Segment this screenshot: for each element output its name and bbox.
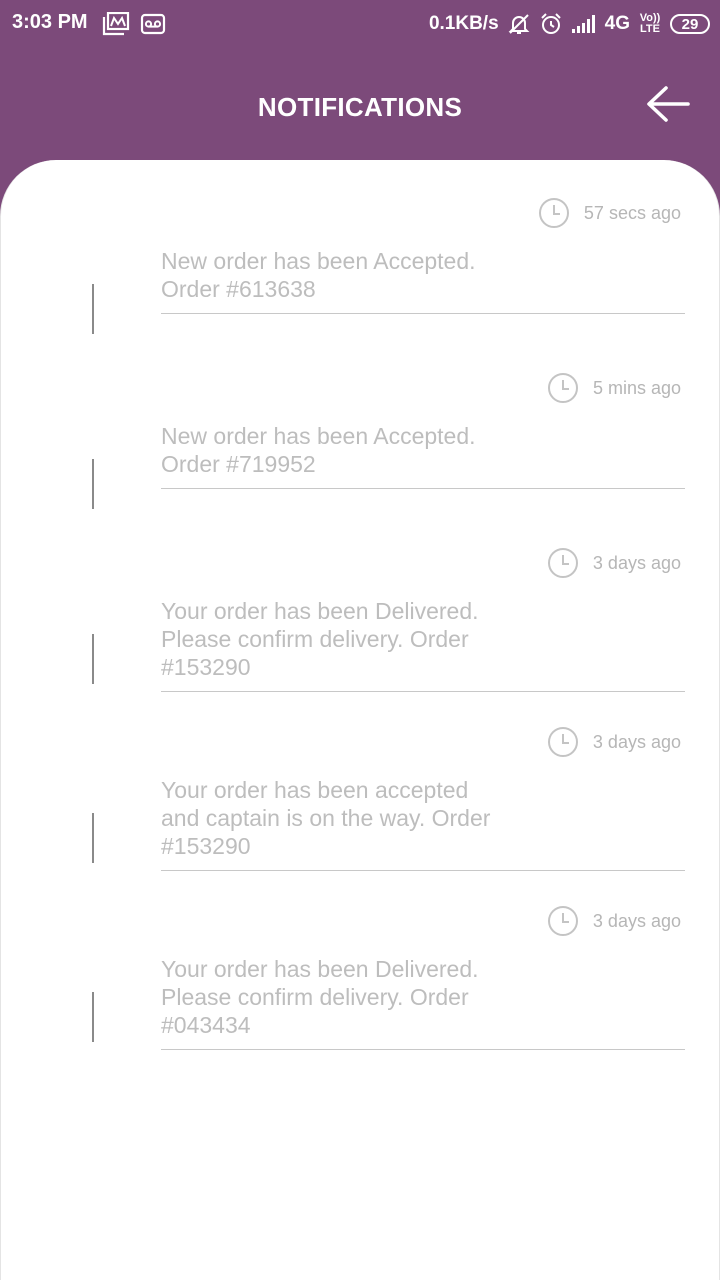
- notification-message: New order has been Accepted. Order #6136…: [161, 248, 476, 302]
- notification-message: Your order has been accepted and captain…: [161, 777, 491, 859]
- app-bar: NOTIFICATIONS: [0, 48, 720, 160]
- battery-icon: 29: [670, 14, 710, 34]
- arrow-back-icon: [647, 86, 690, 122]
- clock-icon: [547, 373, 578, 403]
- notification-divider: [161, 488, 685, 489]
- clock-icon: [547, 548, 578, 578]
- notification-accent-bar: [92, 284, 94, 334]
- alarm-icon: [540, 13, 561, 34]
- clock-icon: [547, 727, 578, 757]
- notification-time: 3 days ago: [547, 725, 681, 759]
- notification-time-text: 3 days ago: [592, 731, 681, 752]
- clock-icon: [538, 198, 569, 228]
- notification-accent-bar: [92, 813, 94, 863]
- back-button[interactable]: [644, 84, 692, 124]
- notification-message: Your order has been Delivered. Please co…: [161, 598, 479, 680]
- voicemail-icon: [140, 13, 166, 35]
- status-time: 3:03 PM: [12, 11, 88, 33]
- notification-divider: [161, 870, 685, 871]
- mute-bell-icon: [508, 14, 530, 34]
- notification-message: New order has been Accepted. Order #7199…: [161, 423, 476, 477]
- gallery-icon: [102, 12, 130, 36]
- notification-time: 3 days ago: [547, 904, 681, 938]
- notification-message: Your order has been Delivered. Please co…: [161, 956, 479, 1038]
- notification-accent-bar: [92, 992, 94, 1042]
- notification-time-text: 3 days ago: [592, 910, 681, 931]
- page-title: NOTIFICATIONS: [257, 92, 463, 122]
- notification-time: 5 mins ago: [547, 371, 681, 405]
- net-speed: 0.1KB/s: [428, 13, 499, 34]
- notification-divider: [161, 313, 685, 314]
- status-bar: 3:03 PM 0.1KB/s 4G Vo)) LTE 29: [0, 0, 720, 48]
- notification-divider: [161, 691, 685, 692]
- notification-accent-bar: [92, 459, 94, 509]
- network-type: 4G: [604, 13, 630, 34]
- battery-level: 29: [681, 15, 699, 33]
- notification-divider: [161, 1049, 685, 1050]
- clock-icon: [547, 906, 578, 936]
- notification-time-text: 57 secs ago: [583, 202, 681, 223]
- notification-time: 3 days ago: [547, 546, 681, 580]
- notification-time-text: 3 days ago: [592, 552, 681, 573]
- notification-time: 57 secs ago: [538, 196, 681, 230]
- signal-icon: [571, 15, 595, 33]
- notifications-list: 57 secs ago New order has been Accepted.…: [0, 160, 720, 1280]
- notification-accent-bar: [92, 634, 94, 684]
- status-indicators: 0.1KB/s 4G Vo)) LTE 29: [429, 11, 710, 37]
- volte-indicator: Vo)) LTE: [639, 12, 661, 35]
- notification-time-text: 5 mins ago: [592, 377, 681, 398]
